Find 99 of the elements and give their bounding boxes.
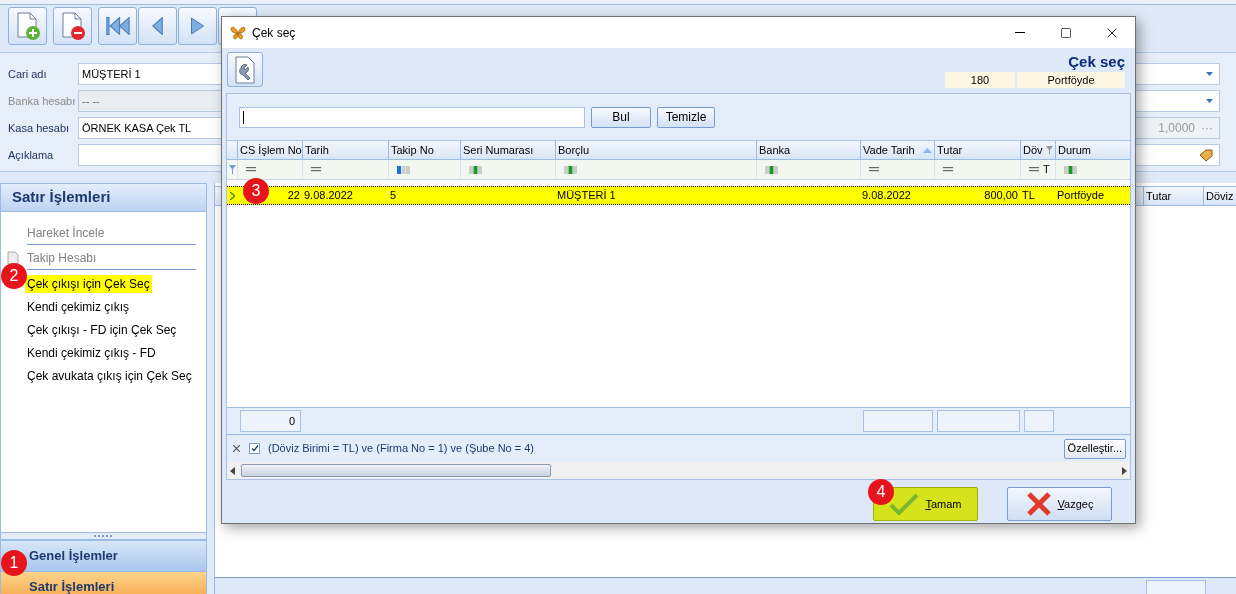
dropdown-arrow-icon <box>1206 72 1213 76</box>
equals-filter-icon <box>1029 167 1039 172</box>
column-title: Borçlu <box>558 142 590 158</box>
menu-item[interactable]: Kendi çekimiz çıkış - FD <box>25 343 158 362</box>
butterfly-icon <box>230 25 246 40</box>
info-cell: 180 <box>945 72 1015 88</box>
column-title: Durum <box>1058 142 1091 158</box>
menu-row[interactable]: Kendi çekimiz çıkış - FD <box>27 341 196 364</box>
column-header[interactable]: Tutar <box>1143 187 1203 205</box>
filter-icon <box>1046 146 1053 154</box>
table-cell-text: 800,00 <box>984 188 1018 204</box>
table-cell-text: 5 <box>390 188 397 204</box>
cross-icon <box>1025 491 1052 517</box>
column-header[interactable]: Seri Numarası <box>460 141 555 159</box>
field-label: Banka hesabı <box>7 93 77 109</box>
filter-value: T <box>1043 162 1050 178</box>
menu-row[interactable]: Çek çıkışı - FD için Çek Seç <box>27 318 196 341</box>
next-record-button[interactable] <box>178 7 217 45</box>
document-icon <box>7 251 19 265</box>
table-cell-text: 9.08.2022 <box>304 188 353 204</box>
menu-item[interactable]: Kendi çekimiz çıkış <box>25 297 132 316</box>
scroll-left-icon[interactable] <box>230 466 235 475</box>
current-row-icon <box>229 191 235 200</box>
search-field[interactable] <box>239 106 585 128</box>
column-header[interactable]: Borçlu <box>555 141 756 159</box>
panel-header: Satır İşlemleri <box>1 184 206 212</box>
delete-record-button[interactable] <box>53 7 92 45</box>
menu-row[interactable]: Kendi çekimiz çıkış <box>27 295 196 318</box>
settings-button[interactable] <box>227 52 263 87</box>
previous-record-button[interactable] <box>138 7 177 45</box>
customize-button[interactable]: Özelleştir... <box>1063 438 1126 459</box>
column-title: Tutar <box>937 142 963 158</box>
find-button[interactable]: Bul <box>591 106 651 128</box>
check-icon <box>250 445 259 452</box>
first-icon <box>105 17 130 35</box>
filter-text[interactable]: (Döviz Birimi = TL) ve (Firma No = 1) ve (Şube No = 4) <box>268 440 534 457</box>
checkmark-icon <box>889 493 920 515</box>
scrollbar-thumb[interactable] <box>241 464 551 477</box>
count-field: 0 <box>240 410 301 432</box>
window-title: Çek seç <box>252 24 296 42</box>
text-filter-icon <box>397 165 410 174</box>
equals-filter-icon <box>943 167 953 172</box>
column-title: Vade Tarih <box>863 142 915 158</box>
table-cell-text: 22 <box>287 188 300 204</box>
filter-row-icon <box>228 165 236 174</box>
column-header[interactable]: Takip No <box>388 141 460 159</box>
table-cell-text: TL <box>1022 188 1035 204</box>
sort-ascending-icon <box>923 148 932 153</box>
summary-field <box>863 410 933 432</box>
filter-checkbox[interactable] <box>249 443 260 454</box>
menu-item[interactable]: Çek çıkışı - FD için Çek Seç <box>25 320 179 339</box>
minimize-icon <box>1015 32 1025 33</box>
column-header[interactable]: Tutar <box>934 141 1020 159</box>
number-value: 1,0000 <box>1158 120 1195 137</box>
dropdown-arrow-icon <box>1206 99 1213 103</box>
column-title: Seri Numarası <box>463 142 534 158</box>
horizontal-scrollbar[interactable] <box>227 462 1130 479</box>
column-header[interactable]: Döviz <box>1203 187 1236 205</box>
menu-item[interactable]: Çek avukata çıkış için Çek Seç <box>25 366 194 385</box>
maximize-icon <box>1060 26 1072 39</box>
table-cell-text: MÜŞTERİ 1 <box>557 188 616 204</box>
text-filter-icon <box>1064 165 1077 174</box>
table-cell-text: 9.08.2022 <box>862 188 911 204</box>
field-label: Kasa hesabı <box>7 120 71 136</box>
text-filter-icon <box>765 165 778 174</box>
wrench-document-icon <box>233 55 257 84</box>
equals-filter-icon <box>869 167 879 172</box>
menu-row[interactable]: Çek çıkışı için Çek Seç <box>27 272 196 295</box>
column-header[interactable]: Vade Tarih <box>860 141 934 159</box>
info-cell: Portföyde <box>1017 72 1125 88</box>
column-header[interactable]: Döv <box>1020 141 1055 159</box>
menu-item[interactable]: Çek çıkışı için Çek Seç <box>25 274 152 293</box>
splitter-handle[interactable] <box>1 532 206 540</box>
scroll-right-icon[interactable] <box>1122 466 1127 475</box>
field-label: Cari adı <box>7 66 48 82</box>
text-filter-icon <box>564 165 577 174</box>
column-header[interactable]: Banka <box>756 141 860 159</box>
dialog-heading: Çek seç <box>1068 53 1125 71</box>
previous-icon <box>152 17 163 35</box>
summary-field <box>1024 410 1054 432</box>
column-header[interactable]: Tarih <box>302 141 388 159</box>
column-header[interactable]: Durum <box>1055 141 1130 159</box>
column-title: Takip No <box>391 142 434 158</box>
navigation-tab[interactable]: Satır İşlemleri <box>1 571 206 594</box>
text-filter-icon <box>469 165 482 174</box>
column-title: Döv <box>1023 142 1043 158</box>
clear-button[interactable]: Temizle <box>657 106 715 128</box>
column-title: Tarih <box>305 142 329 158</box>
tag-icon <box>1199 149 1213 161</box>
table-cell-text: Portföyde <box>1057 188 1105 204</box>
column-title: Banka <box>759 142 791 158</box>
new-record-button[interactable] <box>8 7 47 45</box>
field-label: Açıklama <box>7 147 55 163</box>
first-record-button[interactable] <box>98 7 137 45</box>
next-icon <box>191 17 204 35</box>
equals-filter-icon <box>246 167 256 172</box>
equals-filter-icon <box>311 167 321 172</box>
close-icon[interactable] <box>233 445 240 452</box>
cancel-button[interactable]: Vazgeç <box>1007 487 1112 521</box>
